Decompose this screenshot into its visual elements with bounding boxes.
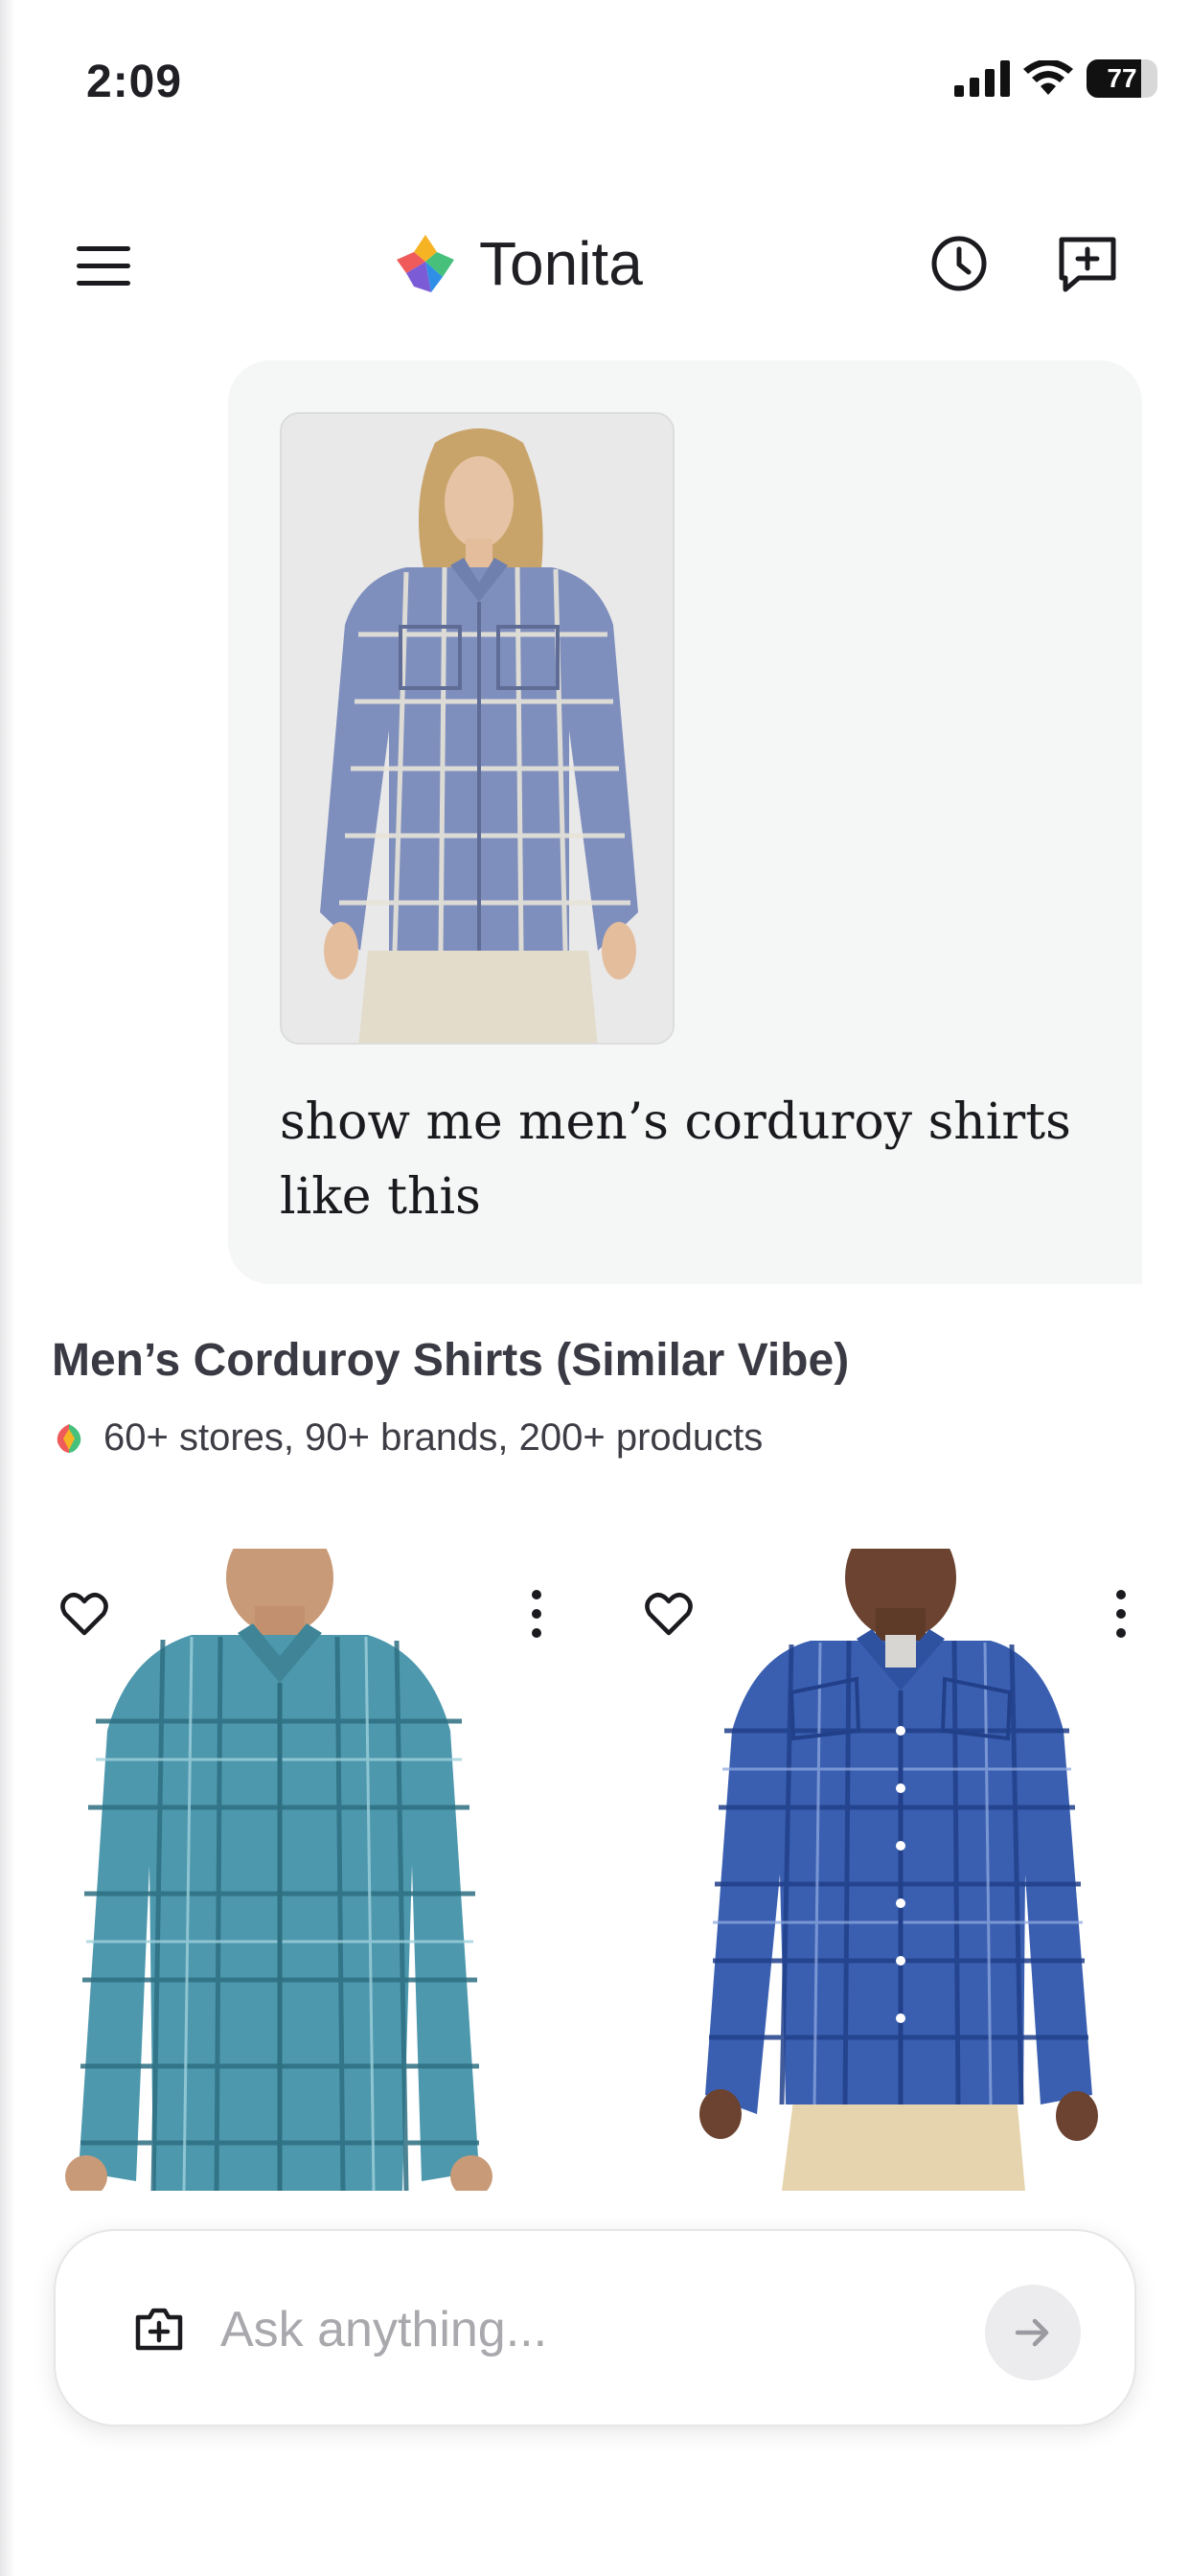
more-vertical-icon — [1116, 1590, 1126, 1638]
response-summary: 60+ stores, 90+ brands, 200+ products — [103, 1416, 764, 1459]
app-title: Tonita — [479, 229, 643, 298]
more-vertical-icon — [532, 1590, 541, 1638]
new-chat-icon — [1059, 237, 1116, 292]
user-message-text: show me men’s corduroy shirts like this — [280, 1093, 1071, 1226]
status-time: 2:09 — [86, 57, 183, 107]
battery-indicator: 77 — [1087, 59, 1157, 98]
heart-icon — [645, 1593, 693, 1636]
menu-icon — [77, 245, 130, 251]
product-card[interactable] — [613, 1549, 1169, 2191]
product-photo-teal-shirt — [29, 1549, 584, 2191]
product-more-button[interactable] — [517, 1587, 556, 1641]
history-button[interactable] — [926, 230, 993, 297]
product-more-button[interactable] — [1102, 1587, 1140, 1641]
response-title: Men’s Corduroy Shirts (Similar Vibe) — [52, 1335, 850, 1386]
tonita-logo-icon — [397, 235, 454, 292]
signal-icon — [954, 60, 1010, 97]
history-clock-icon — [931, 236, 987, 291]
menu-icon-line — [77, 263, 130, 268]
chat-composer — [54, 2229, 1136, 2426]
attached-image[interactable] — [280, 412, 675, 1045]
stores-logo-icon — [57, 1423, 81, 1453]
add-photo-icon — [135, 2308, 183, 2351]
send-button[interactable] — [985, 2285, 1081, 2380]
user-message-bubble: show me men’s corduroy shirts like this — [228, 360, 1142, 1284]
app-header: Tonita — [0, 211, 1190, 326]
favorite-button[interactable] — [57, 1587, 111, 1641]
product-image[interactable] — [613, 1549, 1169, 2191]
ask-input[interactable] — [220, 2277, 987, 2382]
response-meta: 60+ stores, 90+ brands, 200+ products — [52, 1416, 763, 1460]
wifi-icon — [1023, 60, 1073, 95]
favorite-button[interactable] — [642, 1587, 696, 1641]
heart-icon — [60, 1593, 108, 1636]
battery-percent: 77 — [1107, 63, 1137, 93]
app-brand: Tonita — [393, 228, 643, 299]
product-card[interactable] — [29, 1549, 584, 2191]
status-icons: 77 — [954, 59, 1157, 98]
menu-button[interactable] — [77, 234, 140, 297]
shirt-photo-woman — [282, 414, 673, 1043]
product-photo-blue-shirt — [613, 1549, 1169, 2191]
screen-edge-shadow — [0, 0, 15, 2576]
arrow-right-icon — [1015, 2318, 1049, 2347]
status-bar: 2:09 77 — [0, 0, 1190, 172]
add-photo-button[interactable] — [130, 2300, 188, 2358]
new-chat-button[interactable] — [1052, 230, 1123, 297]
product-image[interactable] — [29, 1549, 584, 2191]
menu-icon-line — [77, 280, 130, 286]
